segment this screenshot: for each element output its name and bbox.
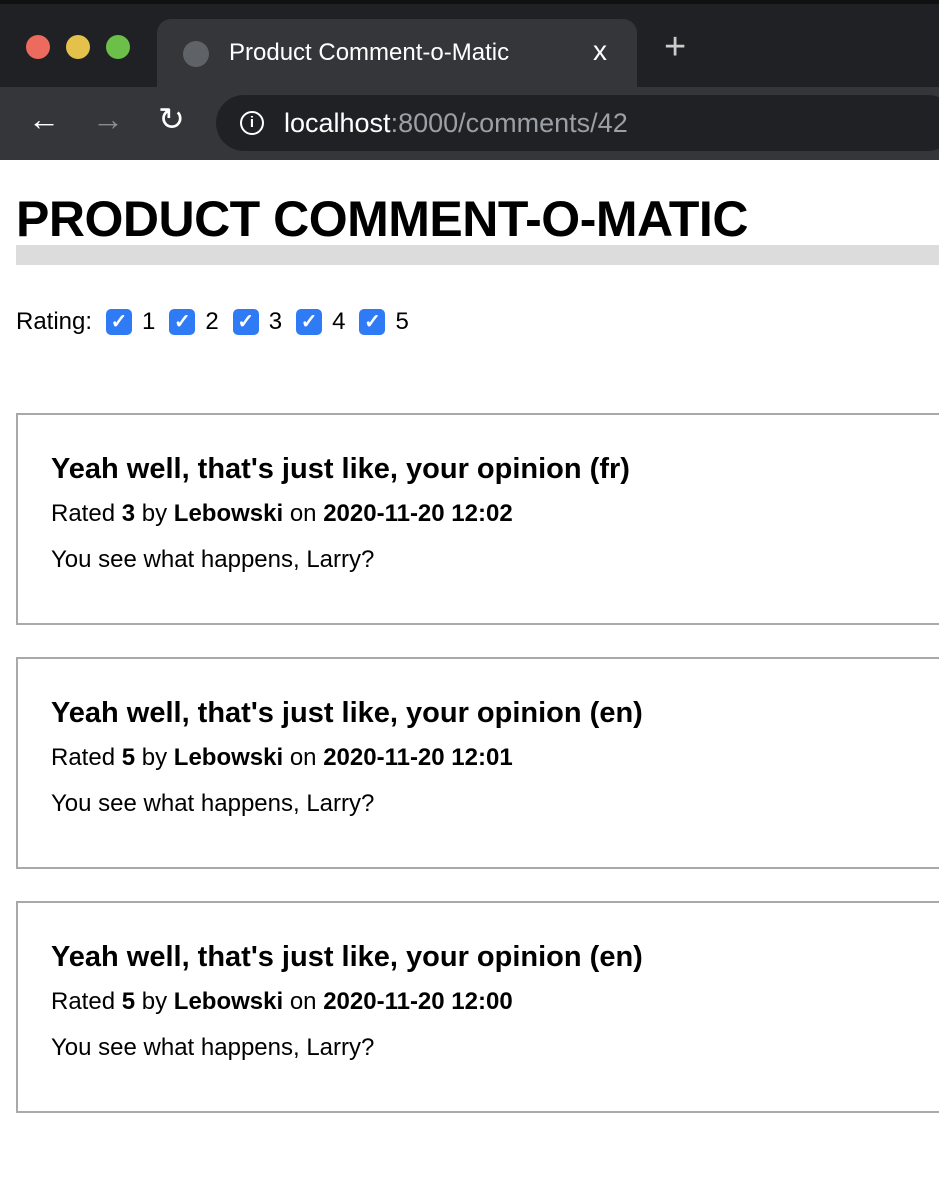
comment-date: 2020-11-20 12:02 xyxy=(323,500,513,527)
info-icon[interactable]: i xyxy=(240,111,264,135)
window-edge xyxy=(0,0,939,4)
close-tab-icon[interactable]: x xyxy=(593,35,607,67)
comment-body: You see what happens, Larry? xyxy=(51,1034,375,1061)
page-title: PRODUCT COMMENT-O-MATIC xyxy=(16,191,748,247)
rated-label: Rated xyxy=(51,500,116,527)
rating-label: Rating: xyxy=(16,308,93,335)
comment-author: Lebowski xyxy=(173,500,284,527)
browser-tab[interactable]: Product Comment-o-Matic x xyxy=(157,19,637,87)
rating-4-checkbox[interactable]: ✓ xyxy=(296,309,323,335)
rating-2-checkbox[interactable]: ✓ xyxy=(169,309,196,335)
browser-toolbar: ← → ↻ i localhost:8000/comments/42 xyxy=(0,87,939,160)
new-tab-icon[interactable]: + xyxy=(664,28,686,66)
reload-icon[interactable]: ↻ xyxy=(158,103,185,135)
rating-3-checkbox[interactable]: ✓ xyxy=(232,309,259,335)
tab-title: Product Comment-o-Matic xyxy=(229,39,510,66)
rating-1-checkbox[interactable]: ✓ xyxy=(106,309,133,335)
comment-meta: Rated 3 by Lebowski on 2020-11-20 12:02 xyxy=(51,500,939,528)
url-text[interactable]: localhost:8000/comments/42 xyxy=(284,108,628,139)
browser-chrome: Product Comment-o-Matic x + ← → ↻ i loca… xyxy=(0,0,939,160)
comment-card: Yeah well, that's just like, your opinio… xyxy=(16,901,939,1113)
comment-date: 2020-11-20 12:01 xyxy=(323,744,513,771)
by-label: by xyxy=(141,988,168,1015)
by-label: by xyxy=(141,500,168,527)
rated-label: Rated xyxy=(51,744,116,771)
comment-rating: 5 xyxy=(121,744,136,771)
comment-body: You see what happens, Larry? xyxy=(51,790,375,817)
comment-card: Yeah well, that's just like, your opinio… xyxy=(16,413,939,625)
comment-meta: Rated 5 by Lebowski on 2020-11-20 12:01 xyxy=(51,744,939,772)
rating-option-label: 4 xyxy=(332,308,346,335)
url-path: :8000/comments/42 xyxy=(390,108,628,138)
comment-body: You see what happens, Larry? xyxy=(51,546,375,573)
comment-title: Yeah well, that's just like, your opinio… xyxy=(51,453,630,485)
close-window-button[interactable] xyxy=(26,35,50,59)
on-label: on xyxy=(289,988,317,1015)
rating-5-checkbox[interactable]: ✓ xyxy=(359,309,386,335)
rating-option-label: 3 xyxy=(268,308,283,335)
rated-label: Rated xyxy=(51,988,116,1015)
by-label: by xyxy=(141,744,168,771)
comment-author: Lebowski xyxy=(173,744,284,771)
comment-meta: Rated 5 by Lebowski on 2020-11-20 12:00 xyxy=(51,988,939,1016)
rating-option-label: 2 xyxy=(205,308,219,335)
comment-author: Lebowski xyxy=(173,988,284,1015)
title-underline xyxy=(16,245,939,265)
url-host: localhost xyxy=(284,108,391,138)
on-label: on xyxy=(289,744,317,771)
maximize-window-button[interactable] xyxy=(106,35,130,59)
comment-rating: 5 xyxy=(121,988,136,1015)
back-icon[interactable]: ← xyxy=(28,103,60,135)
comment-date: 2020-11-20 12:00 xyxy=(323,988,513,1015)
rating-option-label: 1 xyxy=(142,308,156,335)
globe-icon xyxy=(183,41,209,67)
forward-icon[interactable]: → xyxy=(92,103,124,135)
comment-title: Yeah well, that's just like, your opinio… xyxy=(51,697,643,729)
comment-rating: 3 xyxy=(121,500,136,527)
comment-title: Yeah well, that's just like, your opinio… xyxy=(51,941,643,973)
address-bar[interactable]: i localhost:8000/comments/42 xyxy=(216,95,939,151)
comment-card: Yeah well, that's just like, your opinio… xyxy=(16,657,939,869)
on-label: on xyxy=(289,500,317,527)
minimize-window-button[interactable] xyxy=(66,35,90,59)
rating-filter: Rating: ✓ 1 ✓ 2 ✓ 3 ✓ 4 ✓ 5 xyxy=(16,308,409,336)
rating-option-label: 5 xyxy=(395,308,409,335)
